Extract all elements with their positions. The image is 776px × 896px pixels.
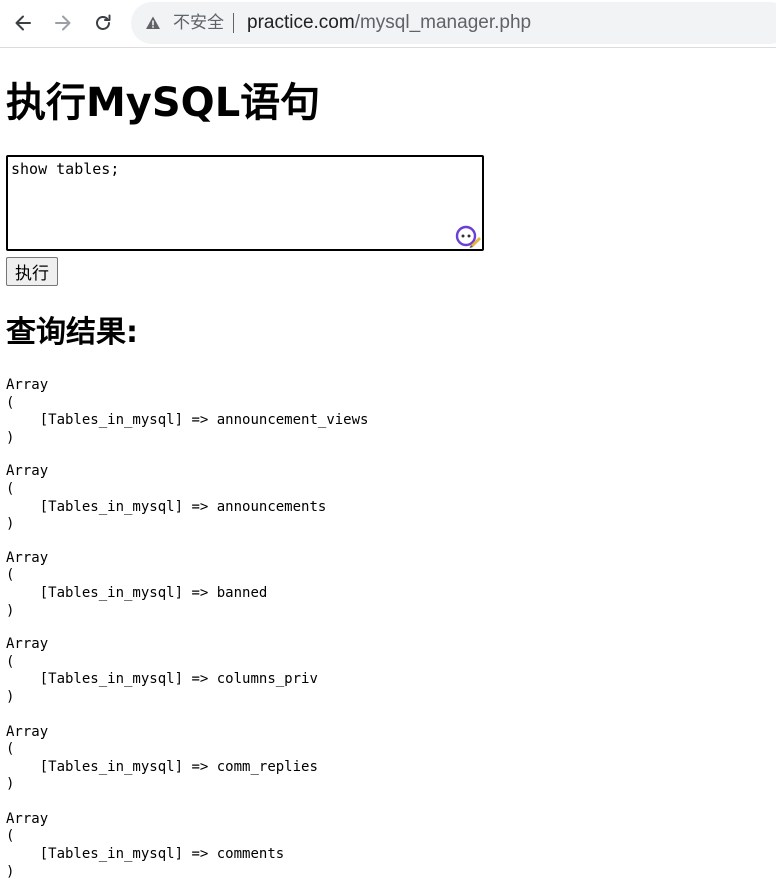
result-array-label: Array: [6, 463, 49, 480]
extension-face-icon[interactable]: [455, 225, 481, 249]
result-array-label: Array: [6, 723, 49, 740]
result-arrow: =>: [191, 498, 209, 515]
result-close-paren: ): [6, 516, 15, 533]
result-table-name: comments: [216, 846, 285, 863]
result-arrow: =>: [191, 846, 209, 863]
result-table-name: banned: [216, 584, 268, 601]
reload-button[interactable]: [88, 8, 118, 38]
results-heading: 查询结果:: [6, 315, 138, 350]
result-record: Array ( [Tables_in_mysql] => announcemen…: [6, 377, 766, 447]
result-close-paren: ): [6, 776, 15, 793]
result-array-label: Array: [6, 377, 49, 393]
result-close-paren: ): [6, 602, 15, 619]
result-open-paren: (: [6, 567, 15, 584]
result-table-name: columns_priv: [216, 671, 318, 688]
back-arrow-icon: [15, 15, 31, 31]
results-list: Array ( [Tables_in_mysql] => announcemen…: [6, 377, 766, 896]
result-open-paren: (: [6, 394, 15, 411]
result-arrow: =>: [191, 671, 209, 688]
execute-button[interactable]: 执行: [6, 257, 58, 286]
result-record: Array ( [Tables_in_mysql] => comm_replie…: [6, 724, 766, 794]
sql-query-input[interactable]: [6, 155, 484, 251]
result-close-paren: ): [6, 688, 15, 705]
reload-icon: [96, 14, 111, 30]
browser-toolbar: 不安全 practice.com/mysql_manager.php: [0, 0, 776, 48]
result-arrow: =>: [191, 412, 209, 429]
result-array-label: Array: [6, 636, 49, 653]
result-key: [Tables_in_mysql]: [39, 412, 184, 429]
result-arrow: =>: [191, 584, 209, 601]
result-array-label: Array: [6, 810, 49, 827]
result-table-name: announcements: [216, 498, 327, 515]
result-key: [Tables_in_mysql]: [39, 498, 184, 515]
forward-button[interactable]: [48, 8, 78, 38]
result-close-paren: ): [6, 863, 15, 880]
result-arrow: =>: [191, 758, 209, 775]
result-open-paren: (: [6, 653, 15, 670]
result-record: Array ( [Tables_in_mysql] => announcemen…: [6, 463, 766, 533]
result-table-name: comm_replies: [216, 758, 318, 775]
result-key: [Tables_in_mysql]: [39, 584, 184, 601]
url-path: /mysql_manager.php: [354, 12, 532, 33]
url-text[interactable]: practice.com/mysql_manager.php: [247, 11, 531, 35]
page-content: 执行MySQL语句 执行 查询结果: Array ( [Tables_in_my…: [0, 49, 776, 896]
result-open-paren: (: [6, 828, 15, 845]
back-button[interactable]: [8, 8, 38, 38]
result-array-label: Array: [6, 549, 49, 566]
result-open-paren: (: [6, 741, 15, 758]
result-open-paren: (: [6, 480, 15, 497]
result-close-paren: ): [6, 429, 15, 446]
result-key: [Tables_in_mysql]: [39, 846, 184, 863]
warning-icon[interactable]: [145, 15, 161, 31]
url-host: practice.com: [247, 12, 355, 33]
result-key: [Tables_in_mysql]: [39, 671, 184, 688]
result-record: Array ( [Tables_in_mysql] => banned ): [6, 550, 766, 620]
result-record: Array ( [Tables_in_mysql] => columns_pri…: [6, 636, 766, 706]
security-status-label[interactable]: 不安全: [173, 12, 224, 34]
page-title: 执行MySQL语句: [6, 80, 321, 126]
address-bar[interactable]: 不安全 practice.com/mysql_manager.php: [131, 2, 776, 44]
address-divider: [233, 13, 234, 33]
result-table-name: announcement_views: [216, 412, 369, 429]
forward-arrow-icon: [55, 15, 71, 31]
result-record: Array ( [Tables_in_mysql] => comments ): [6, 811, 766, 881]
result-key: [Tables_in_mysql]: [39, 758, 184, 775]
